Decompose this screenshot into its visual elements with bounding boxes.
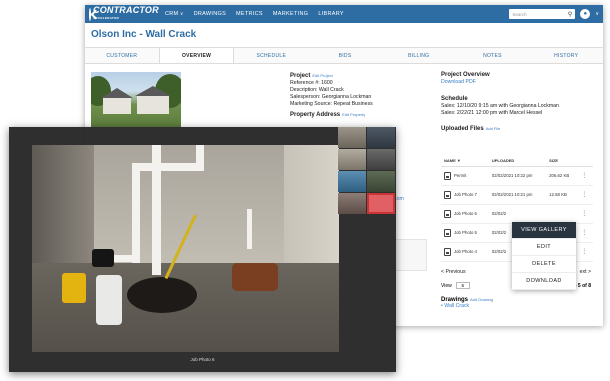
property-photo[interactable] bbox=[91, 72, 181, 127]
image-file-icon bbox=[444, 190, 451, 199]
thumbnail[interactable] bbox=[338, 149, 366, 170]
project-marketing-source: Marketing Source: Repeat Business bbox=[290, 101, 373, 107]
main-nav: CRM DRAWINGS METRICS MARKETING LIBRARY bbox=[165, 11, 344, 17]
image-file-icon bbox=[444, 228, 451, 237]
file-size bbox=[546, 204, 579, 224]
schedule-item: Sales: 12/10/20 9:15 am with Georgianna … bbox=[441, 103, 559, 109]
file-size: 12.58 KB bbox=[546, 185, 579, 205]
file-uploaded: 02/02/2 bbox=[488, 204, 547, 224]
project-reference: Reference #: 1600 bbox=[290, 80, 333, 86]
project-overview-heading: Project Overview bbox=[441, 72, 490, 78]
search-icon[interactable]: ⚲ bbox=[568, 11, 572, 18]
file-uploaded: 02/02/2021 10:22 pm bbox=[488, 166, 547, 186]
brand-sub: ACCELERATOR bbox=[93, 16, 120, 20]
gallery-photo[interactable] bbox=[32, 145, 339, 352]
logo-icon bbox=[89, 7, 91, 21]
view-label: View bbox=[441, 282, 452, 289]
drawing-link[interactable]: • Wall Crack bbox=[441, 303, 493, 309]
file-name[interactable]: Job Photo 4 bbox=[454, 249, 477, 254]
overview-right-column: Project Overview Download PDF Schedule S… bbox=[441, 72, 597, 133]
add-file-link[interactable]: Add File bbox=[486, 126, 501, 131]
nav-library[interactable]: LIBRARY bbox=[318, 11, 344, 17]
tab-bids[interactable]: BIDS bbox=[308, 48, 382, 63]
more-options-icon[interactable]: ⋮ bbox=[581, 173, 587, 179]
tab-schedule[interactable]: SCHEDULE bbox=[234, 48, 308, 63]
page-title: Olson Inc - Wall Crack bbox=[91, 29, 197, 40]
schedule-heading: Schedule bbox=[441, 96, 468, 102]
gallery-thumbnails bbox=[338, 127, 396, 214]
thumbnail-selected[interactable] bbox=[367, 193, 395, 214]
nav-crm[interactable]: CRM bbox=[165, 11, 184, 17]
page-size-select[interactable]: 5 bbox=[455, 282, 470, 289]
file-icon bbox=[444, 171, 451, 180]
delete-menu-item[interactable]: DELETE bbox=[512, 256, 576, 273]
nav-drawings[interactable]: DRAWINGS bbox=[194, 11, 226, 17]
gallery-caption: Job Photo 6 bbox=[190, 357, 215, 362]
tab-notes[interactable]: NOTES bbox=[456, 48, 530, 63]
project-heading: Project bbox=[290, 73, 311, 79]
nav-marketing[interactable]: MARKETING bbox=[273, 11, 308, 17]
more-options-icon[interactable]: ⋮ bbox=[581, 249, 587, 255]
image-file-icon bbox=[444, 247, 451, 256]
thumbnail[interactable] bbox=[367, 149, 395, 170]
thumbnail[interactable] bbox=[367, 171, 395, 192]
file-name[interactable]: Job Photo 7 bbox=[454, 192, 477, 197]
add-drawing-link[interactable]: Add Drawing bbox=[470, 297, 493, 302]
next-page-link[interactable]: ext > bbox=[580, 269, 591, 275]
property-address-heading: Property Address bbox=[290, 112, 341, 118]
tab-customer[interactable]: CUSTOMER bbox=[85, 48, 159, 63]
chevron-down-icon[interactable]: ∨ bbox=[595, 11, 599, 17]
more-options-icon[interactable]: ⋮ bbox=[581, 211, 587, 217]
thumbnail[interactable] bbox=[338, 127, 366, 148]
tab-overview[interactable]: OVERVIEW bbox=[158, 48, 235, 63]
schedule-item: Sales: 2/22/21 12:00 pm with Marcel Hess… bbox=[441, 110, 543, 116]
edit-menu-item[interactable]: EDIT bbox=[512, 239, 576, 256]
previous-page-link[interactable]: < Previous bbox=[441, 269, 466, 275]
more-options-icon[interactable]: ⋮ bbox=[581, 230, 587, 236]
col-size[interactable]: SIZE bbox=[546, 156, 579, 167]
view-gallery-menu-item[interactable]: VIEW GALLERY bbox=[512, 222, 576, 239]
edit-project-link[interactable]: Edit Project bbox=[312, 73, 332, 78]
more-options-icon[interactable]: ⋮ bbox=[581, 192, 587, 198]
project-salesperson: Salesperson: Georgianna Lockman bbox=[290, 94, 372, 100]
table-header-row: NAME ▼ UPLOADED SIZE bbox=[441, 156, 593, 167]
image-file-icon bbox=[444, 209, 451, 218]
col-uploaded[interactable]: UPLOADED bbox=[488, 156, 547, 167]
tab-billing[interactable]: BILLING bbox=[382, 48, 456, 63]
top-nav-bar: CONTRACTOR ACCELERATOR CRM DRAWINGS METR… bbox=[85, 5, 603, 23]
thumbnail[interactable] bbox=[338, 193, 366, 214]
table-row[interactable]: Job Photo 7 02/02/2021 10:21 pm 12.58 KB… bbox=[441, 185, 593, 205]
thumbnail[interactable] bbox=[367, 127, 395, 148]
search-input[interactable]: Search ⚲ bbox=[509, 9, 576, 19]
file-name[interactable]: Permit bbox=[454, 173, 466, 178]
search-placeholder: Search bbox=[512, 11, 527, 17]
project-description: Description: Wall Crack bbox=[290, 87, 344, 93]
brand-logo[interactable]: CONTRACTOR ACCELERATOR bbox=[89, 6, 159, 22]
file-uploaded: 02/02/2021 10:21 pm bbox=[488, 185, 547, 205]
file-context-menu: VIEW GALLERY EDIT DELETE DOWNLOAD bbox=[512, 222, 576, 290]
file-size: 206.62 KB bbox=[546, 166, 579, 186]
tab-history[interactable]: HISTORY bbox=[529, 48, 603, 63]
col-name[interactable]: NAME ▼ bbox=[441, 156, 489, 167]
thumbnail[interactable] bbox=[338, 171, 366, 192]
edit-property-link[interactable]: Edit Property bbox=[342, 112, 365, 117]
file-name[interactable]: Job Photo 5 bbox=[454, 230, 477, 235]
table-row[interactable]: Job Photo 6 02/02/2 ⋮ bbox=[441, 204, 593, 224]
download-menu-item[interactable]: DOWNLOAD bbox=[512, 273, 576, 290]
table-row[interactable]: Permit 02/02/2021 10:22 pm 206.62 KB ⋮ bbox=[441, 166, 593, 186]
project-details: Project Edit Project Reference #: 1600 De… bbox=[290, 72, 430, 119]
drawings-section: Drawings Add Drawing • Wall Crack bbox=[441, 297, 493, 309]
tab-bar: CUSTOMER OVERVIEW SCHEDULE BIDS BILLING … bbox=[85, 47, 603, 64]
download-pdf-link[interactable]: Download PDF bbox=[441, 79, 597, 86]
nav-metrics[interactable]: METRICS bbox=[236, 11, 263, 17]
uploaded-files-heading: Uploaded Files bbox=[441, 126, 484, 132]
user-avatar-icon[interactable]: ● bbox=[580, 9, 591, 19]
file-name[interactable]: Job Photo 6 bbox=[454, 211, 477, 216]
